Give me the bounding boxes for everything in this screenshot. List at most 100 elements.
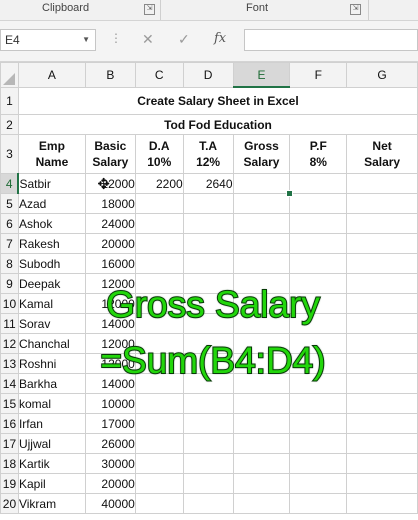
emp-name-cell[interactable]: komal	[17, 393, 86, 414]
column-header-c[interactable]: C	[134, 62, 184, 88]
net-salary-cell[interactable]	[346, 373, 418, 394]
pf-cell[interactable]	[289, 213, 348, 234]
basic-salary-cell[interactable]: 26000	[84, 433, 136, 454]
gross-salary-cell[interactable]	[232, 213, 291, 234]
drag-handle-icon[interactable]: ⋮	[110, 31, 122, 45]
row-header[interactable]: 8	[0, 253, 19, 274]
column-title-cell[interactable]: T.A 12%	[182, 134, 234, 174]
ta-cell[interactable]	[182, 193, 234, 214]
row-header[interactable]: 5	[0, 193, 19, 214]
row-header[interactable]: 1	[0, 86, 19, 115]
net-salary-cell[interactable]	[346, 413, 418, 434]
row-header[interactable]: 14	[0, 373, 19, 394]
column-title-cell[interactable]: Basic Salary	[84, 134, 136, 174]
da-cell[interactable]	[134, 193, 184, 214]
cancel-icon[interactable]: ✕	[142, 31, 154, 48]
basic-salary-cell[interactable]: 24000	[84, 213, 136, 234]
net-salary-cell[interactable]	[346, 333, 418, 354]
net-salary-cell[interactable]	[346, 433, 418, 454]
pf-cell[interactable]	[289, 193, 348, 214]
ta-cell[interactable]	[182, 393, 234, 414]
emp-name-cell[interactable]: Satbir	[17, 173, 86, 194]
column-header-g[interactable]: G	[346, 62, 418, 88]
row-header[interactable]: 12	[0, 333, 19, 354]
insert-function-icon[interactable]: fx	[214, 31, 226, 46]
row-header[interactable]: 7	[0, 233, 19, 254]
net-salary-cell[interactable]	[346, 393, 418, 414]
da-cell[interactable]	[134, 493, 184, 514]
sheet-subtitle[interactable]: Tod Fod Education	[17, 114, 418, 135]
ta-cell[interactable]	[182, 473, 234, 494]
gross-salary-cell[interactable]	[232, 233, 291, 254]
font-launcher-icon[interactable]: ⇲	[350, 4, 361, 15]
pf-cell[interactable]	[289, 473, 348, 494]
emp-name-cell[interactable]: Deepak	[17, 273, 86, 294]
emp-name-cell[interactable]: Kamal	[17, 293, 86, 314]
da-cell[interactable]	[134, 413, 184, 434]
row-header[interactable]: 18	[0, 453, 19, 474]
pf-cell[interactable]	[289, 493, 348, 514]
emp-name-cell[interactable]: Roshni	[17, 353, 86, 374]
basic-salary-cell[interactable]: 22000	[84, 173, 136, 194]
basic-salary-cell[interactable]: 10000	[84, 393, 136, 414]
row-header[interactable]: 4	[0, 173, 20, 194]
emp-name-cell[interactable]: Irfan	[17, 413, 86, 434]
row-header[interactable]: 19	[0, 473, 19, 494]
net-salary-cell[interactable]	[346, 273, 418, 294]
column-title-cell[interactable]: Net Salary	[346, 134, 418, 174]
da-cell[interactable]	[134, 453, 184, 474]
row-header[interactable]: 2	[0, 114, 19, 135]
row-header[interactable]: 10	[0, 293, 19, 314]
emp-name-cell[interactable]: Rakesh	[17, 233, 86, 254]
da-cell[interactable]	[134, 253, 184, 274]
net-salary-cell[interactable]	[346, 313, 418, 334]
basic-salary-cell[interactable]: 18000	[84, 193, 136, 214]
pf-cell[interactable]	[289, 453, 348, 474]
column-header-b[interactable]: B	[84, 62, 136, 88]
row-header[interactable]: 20	[0, 493, 19, 514]
column-title-cell[interactable]: P.F 8%	[289, 134, 348, 174]
emp-name-cell[interactable]: Sorav	[17, 313, 86, 334]
net-salary-cell[interactable]	[346, 233, 418, 254]
enter-icon[interactable]: ✓	[178, 31, 190, 48]
basic-salary-cell[interactable]: 20000	[84, 473, 136, 494]
ta-cell[interactable]	[182, 453, 234, 474]
column-title-cell[interactable]: Emp Name	[17, 134, 86, 174]
net-salary-cell[interactable]	[346, 213, 418, 234]
gross-salary-cell[interactable]	[232, 493, 291, 514]
emp-name-cell[interactable]: Barkha	[17, 373, 86, 394]
net-salary-cell[interactable]	[346, 193, 418, 214]
basic-salary-cell[interactable]: 40000	[84, 493, 136, 514]
ta-cell[interactable]	[182, 233, 234, 254]
net-salary-cell[interactable]	[346, 173, 418, 194]
emp-name-cell[interactable]: Ujjwal	[17, 433, 86, 454]
da-cell[interactable]	[134, 213, 184, 234]
active-cell-e4[interactable]	[232, 173, 291, 194]
emp-name-cell[interactable]: Azad	[17, 193, 86, 214]
gross-salary-cell[interactable]	[232, 413, 291, 434]
emp-name-cell[interactable]: Vikram	[17, 493, 86, 514]
pf-cell[interactable]	[289, 393, 348, 414]
ta-cell[interactable]	[182, 493, 234, 514]
gross-salary-cell[interactable]	[232, 453, 291, 474]
select-all-corner[interactable]	[0, 62, 19, 88]
net-salary-cell[interactable]	[346, 493, 418, 514]
da-cell[interactable]	[134, 233, 184, 254]
name-box[interactable]: E4 ▼	[0, 29, 96, 51]
gross-salary-cell[interactable]	[232, 193, 291, 214]
ta-cell[interactable]	[182, 413, 234, 434]
row-header[interactable]: 15	[0, 393, 19, 414]
basic-salary-cell[interactable]: 20000	[84, 233, 136, 254]
emp-name-cell[interactable]: Kapil	[17, 473, 86, 494]
net-salary-cell[interactable]	[346, 293, 418, 314]
emp-name-cell[interactable]: Ashok	[17, 213, 86, 234]
column-title-cell[interactable]: Gross Salary	[232, 134, 291, 174]
column-header-d[interactable]: D	[182, 62, 234, 88]
ta-cell[interactable]: 2640	[182, 173, 234, 194]
emp-name-cell[interactable]: Subodh	[17, 253, 86, 274]
net-salary-cell[interactable]	[346, 473, 418, 494]
row-header[interactable]: 13	[0, 353, 19, 374]
column-header-a[interactable]: A	[17, 62, 86, 88]
da-cell[interactable]	[134, 473, 184, 494]
da-cell[interactable]	[134, 433, 184, 454]
